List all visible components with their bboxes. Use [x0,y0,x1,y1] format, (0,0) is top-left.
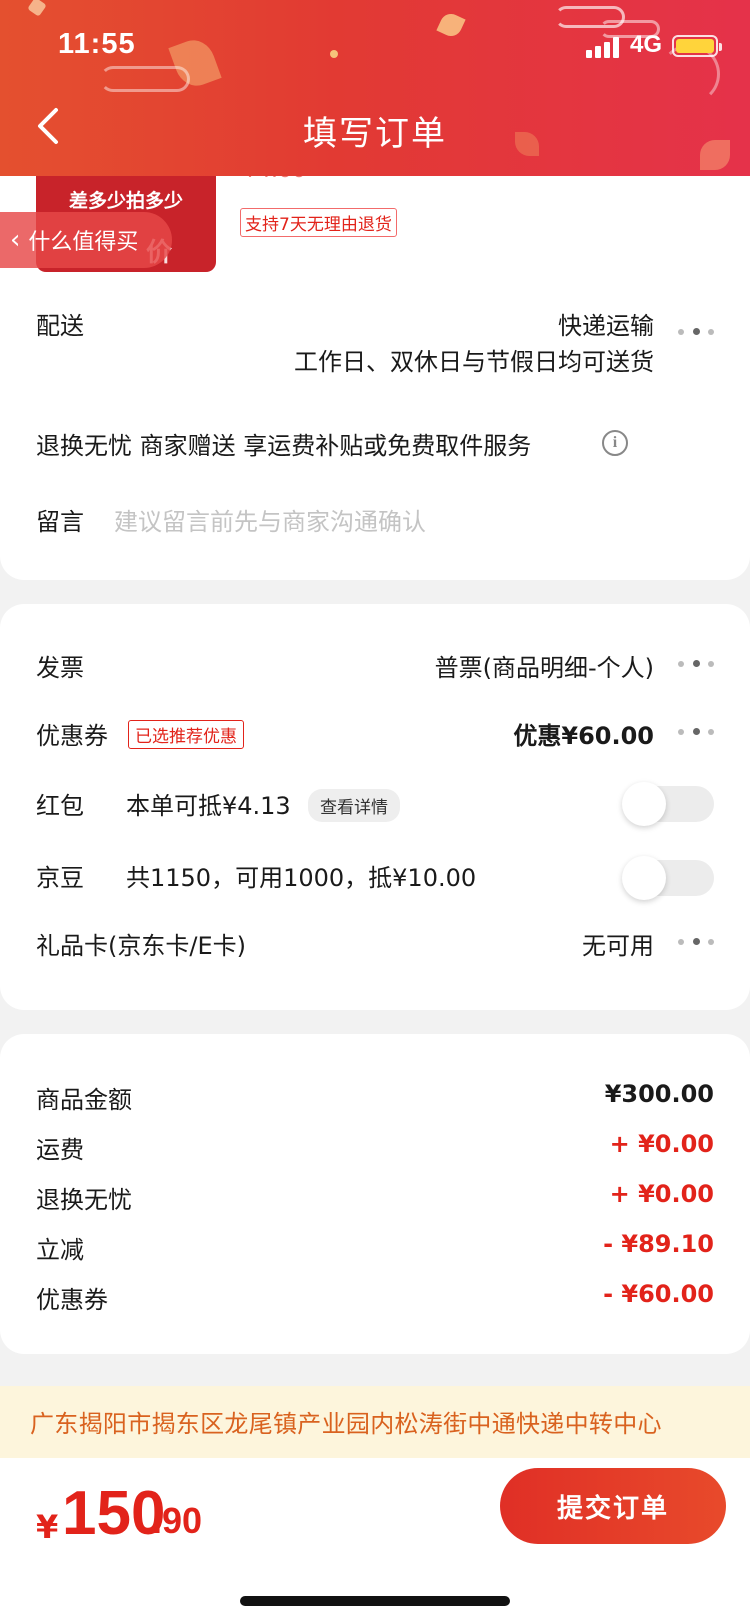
more-options-icon[interactable] [678,937,714,947]
header-bar: 11:55 4G 填写订单 [0,0,750,176]
network-type: 4G [630,31,663,58]
return-to-smzdm-button[interactable]: ‹ 什么值得买 [0,212,172,268]
total-currency: ¥ [36,1508,59,1546]
jd-beans-toggle[interactable] [622,856,714,900]
note-input[interactable]: 建议留言前先与商家沟通确认 [114,502,426,537]
return-to-app-label: 什么值得买 [28,230,139,255]
summary-value: - ¥60.00 [603,1280,714,1308]
summary-value: + ¥0.00 [609,1130,714,1158]
status-time: 11:55 [58,28,136,60]
invoice-label: 发票 [36,654,84,682]
battery-icon [672,35,722,57]
summary-label: 优惠券 [36,1286,108,1314]
jd-beans-label: 京豆 [36,864,84,892]
chevron-left-icon: ‹ [10,225,21,255]
note-label: 留言 [36,508,84,536]
summary-value: ¥300.00 [604,1080,714,1108]
summary-value: - ¥89.10 [603,1230,714,1258]
summary-label: 退换无忧 [36,1186,132,1214]
status-bar: 11:55 4G [0,0,750,90]
info-icon[interactable]: i [602,430,628,456]
delivery-label: 配送 [36,312,84,340]
coupon-label: 优惠券 [36,722,108,750]
more-options-icon[interactable] [678,659,714,669]
delivery-address: 广东揭阳市揭东区龙尾镇产业园内松涛街中通快递中转中心 [30,1410,662,1438]
delivery-method[interactable]: 快递运输 [558,306,654,341]
summary-label: 立减 [36,1236,84,1264]
jd-beans-desc: 共1150，可用1000，抵¥10.00 [126,864,477,892]
gift-card-label: 礼品卡(京东卡/E卡) [36,932,246,960]
total-amount-decimal: .90 [152,1500,203,1541]
coupon-value[interactable]: 优惠¥60.00 [513,716,654,751]
page-title: 填写订单 [303,114,447,154]
gift-card-value[interactable]: 无可用 [582,926,654,961]
total-amount-integer: 150 [62,1479,166,1548]
signal-icon [586,36,622,58]
more-options-icon[interactable] [678,727,714,737]
view-details-button[interactable]: 查看详情 [308,789,400,822]
delivery-address-bar[interactable]: 广东揭阳市揭东区龙尾镇产业园内松涛街中通快递中转中心 [0,1386,750,1458]
home-indicator[interactable] [240,1596,510,1606]
red-packet-label: 红包 [36,792,84,820]
invoice-value[interactable]: 普票(商品明细-个人) [435,648,654,683]
summary-label: 运费 [36,1136,84,1164]
worry-free-service-text: 退换无忧 商家赠送 享运费补贴或免费取件服务 [36,432,532,460]
return-policy-tag: 支持7天无理由退货 [240,208,397,237]
red-packet-desc: 本单可抵¥4.13 [126,792,291,820]
coupon-recommended-tag: 已选推荐优惠 [128,720,244,749]
summary-value: + ¥0.00 [609,1180,714,1208]
red-packet-toggle[interactable] [622,782,714,826]
delivery-time-detail: 工作日、双休日与节假日均可送货 [294,348,654,376]
summary-label: 商品金额 [36,1086,132,1114]
product-thumb-caption: 差多少拍多少 [68,190,183,212]
submit-order-button[interactable]: 提交订单 [500,1468,726,1544]
more-options-icon[interactable] [678,327,714,337]
